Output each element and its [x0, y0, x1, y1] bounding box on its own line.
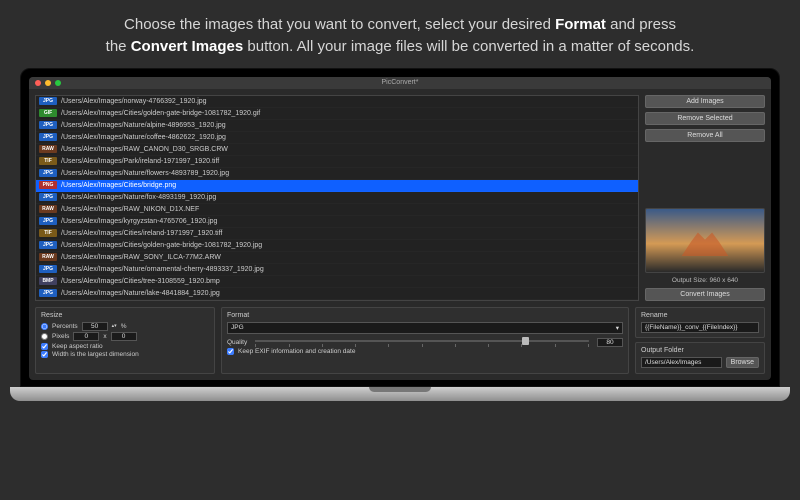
titlebar: PicConvert*	[29, 77, 771, 89]
format-header: Format	[227, 312, 623, 319]
keep-exif-label: Keep EXIF information and creation date	[238, 348, 355, 355]
resize-header: Resize	[41, 312, 209, 319]
file-list[interactable]: JPG/Users/Alex/Images/norway-4766392_192…	[35, 95, 639, 301]
rename-header: Rename	[641, 312, 759, 319]
quality-value[interactable]: 80	[597, 338, 623, 347]
file-row[interactable]: JPG/Users/Alex/Images/Nature/coffee-4862…	[36, 132, 638, 144]
output-size-label: Output Size: 960 x 640	[645, 277, 765, 284]
quality-label: Quality	[227, 339, 247, 346]
window-title: PicConvert*	[29, 79, 771, 86]
slider-thumb[interactable]	[522, 337, 529, 345]
file-row[interactable]: RAW/Users/Alex/Images/RAW_CANON_D30_SRGB…	[36, 144, 638, 156]
file-row[interactable]: GIF/Users/Alex/Images/Cities/golden-gate…	[36, 108, 638, 120]
file-path: /Users/Alex/Images/Cities/golden-gate-br…	[61, 110, 260, 117]
marketing-copy: Choose the images that you want to conve…	[0, 0, 800, 68]
percents-stepper[interactable]: ▴▾	[112, 324, 117, 329]
laptop-base	[10, 387, 790, 401]
pixels-label: Pixels	[52, 333, 69, 340]
filetype-badge: JPG	[39, 241, 57, 249]
file-path: /Users/Alex/Images/kyrgyzstan-4765706_19…	[61, 218, 217, 225]
file-path: /Users/Alex/Images/RAW_NIKON_D1X.NEF	[61, 206, 199, 213]
filetype-badge: JPG	[39, 121, 57, 129]
file-path: /Users/Alex/Images/Cities/golden-gate-br…	[61, 242, 262, 249]
file-path: /Users/Alex/Images/Park/ireland-1971997_…	[61, 158, 219, 165]
output-folder-header: Output Folder	[641, 347, 759, 354]
output-folder-field[interactable]: /Users/Alex/Images	[641, 357, 722, 368]
keep-aspect-checkbox[interactable]	[41, 343, 48, 350]
file-path: /Users/Alex/Images/Cities/tree-3108559_1…	[61, 278, 220, 285]
filetype-badge: RAW	[39, 205, 57, 213]
file-row[interactable]: JPG/Users/Alex/Images/Nature/lake-484188…	[36, 288, 638, 300]
filetype-badge: JPG	[39, 169, 57, 177]
filetype-badge: PNG	[39, 181, 57, 189]
file-path: /Users/Alex/Images/Nature/ornamental-che…	[61, 266, 264, 273]
filetype-badge: BMP	[39, 277, 57, 285]
file-row[interactable]: TIF/Users/Alex/Images/Cities/ireland-197…	[36, 228, 638, 240]
file-path: /Users/Alex/Images/norway-4766392_1920.j…	[61, 98, 207, 105]
percents-value[interactable]: 50	[82, 322, 108, 331]
filetype-badge: JPG	[39, 97, 57, 105]
file-path: /Users/Alex/Images/Cities/bridge.png	[61, 182, 176, 189]
file-path: /Users/Alex/Images/Nature/lake-4841884_1…	[61, 290, 220, 297]
filetype-badge: JPG	[39, 265, 57, 273]
filetype-badge: JPG	[39, 193, 57, 201]
pixels-width[interactable]: 0	[73, 332, 99, 341]
file-row[interactable]: JPG/Users/Alex/Images/Nature/alpine-4896…	[36, 120, 638, 132]
keep-aspect-label: Keep aspect ratio	[52, 343, 103, 350]
file-row[interactable]: JPG/Users/Alex/Images/Nature/ornamental-…	[36, 264, 638, 276]
width-largest-checkbox[interactable]	[41, 351, 48, 358]
file-path: /Users/Alex/Images/Nature/coffee-4862622…	[61, 134, 226, 141]
file-path: /Users/Alex/Images/Nature/flowers-489378…	[61, 170, 229, 177]
rename-panel: Rename {{FileName}}_conv_{{FileIndex}}	[635, 307, 765, 338]
convert-images-button[interactable]: Convert Images	[645, 288, 765, 301]
app-window: PicConvert* JPG/Users/Alex/Images/norway…	[29, 77, 771, 381]
output-folder-panel: Output Folder /Users/Alex/Images Browse	[635, 342, 765, 375]
file-path: /Users/Alex/Images/Cities/ireland-197199…	[61, 230, 222, 237]
resize-panel: Resize Percents 50 ▴▾ % Pixels 0 x 0	[35, 307, 215, 375]
width-largest-label: Width is the largest dimension	[52, 351, 139, 358]
file-row[interactable]: TIF/Users/Alex/Images/Park/ireland-19719…	[36, 156, 638, 168]
percents-label: Percents	[52, 323, 78, 330]
format-panel: Format JPG ▾ Quality 80	[221, 307, 629, 375]
filetype-badge: RAW	[39, 253, 57, 261]
file-path: /Users/Alex/Images/Nature/alpine-4896953…	[61, 122, 226, 129]
remove-selected-button[interactable]: Remove Selected	[645, 112, 765, 125]
filetype-badge: JPG	[39, 133, 57, 141]
format-select[interactable]: JPG ▾	[227, 322, 623, 334]
file-row[interactable]: JPG/Users/Alex/Images/kyrgyzstan-4765706…	[36, 216, 638, 228]
filetype-badge: TIF	[39, 157, 57, 165]
file-row[interactable]: BMP/Users/Alex/Images/Cities/tree-310855…	[36, 276, 638, 288]
remove-all-button[interactable]: Remove All	[645, 129, 765, 142]
percents-radio[interactable]	[41, 323, 48, 330]
file-row[interactable]: JPG/Users/Alex/Images/Nature/flowers-489…	[36, 168, 638, 180]
file-row[interactable]: PNG/Users/Alex/Images/Cities/bridge.png	[36, 180, 638, 192]
file-path: /Users/Alex/Images/RAW_SONY_ILCA-77M2.AR…	[61, 254, 221, 261]
file-row[interactable]: RAW/Users/Alex/Images/RAW_NIKON_D1X.NEF	[36, 204, 638, 216]
browse-button[interactable]: Browse	[726, 357, 759, 368]
filetype-badge: RAW	[39, 145, 57, 153]
file-row[interactable]: JPG/Users/Alex/Images/Nature/fox-4893199…	[36, 192, 638, 204]
file-path: /Users/Alex/Images/Nature/fox-4893199_19…	[61, 194, 216, 201]
file-row[interactable]: JPG/Users/Alex/Images/Cities/golden-gate…	[36, 240, 638, 252]
chevron-down-icon: ▾	[616, 324, 619, 332]
filetype-badge: JPG	[39, 289, 57, 297]
add-images-button[interactable]: Add Images	[645, 95, 765, 108]
filetype-badge: JPG	[39, 217, 57, 225]
quality-slider[interactable]	[255, 338, 589, 344]
rename-pattern-field[interactable]: {{FileName}}_conv_{{FileIndex}}	[641, 322, 759, 333]
pixels-height[interactable]: 0	[111, 332, 137, 341]
image-preview	[645, 208, 765, 273]
file-row[interactable]: JPG/Users/Alex/Images/norway-4766392_192…	[36, 96, 638, 108]
file-row[interactable]: RAW/Users/Alex/Images/RAW_SONY_ILCA-77M2…	[36, 252, 638, 264]
filetype-badge: TIF	[39, 229, 57, 237]
filetype-badge: GIF	[39, 109, 57, 117]
laptop-frame: PicConvert* JPG/Users/Alex/Images/norway…	[20, 68, 780, 388]
pixels-sep: x	[103, 333, 106, 340]
keep-exif-checkbox[interactable]	[227, 348, 234, 355]
file-path: /Users/Alex/Images/RAW_CANON_D30_SRGB.CR…	[61, 146, 228, 153]
pixels-radio[interactable]	[41, 333, 48, 340]
percent-suffix: %	[121, 323, 127, 330]
